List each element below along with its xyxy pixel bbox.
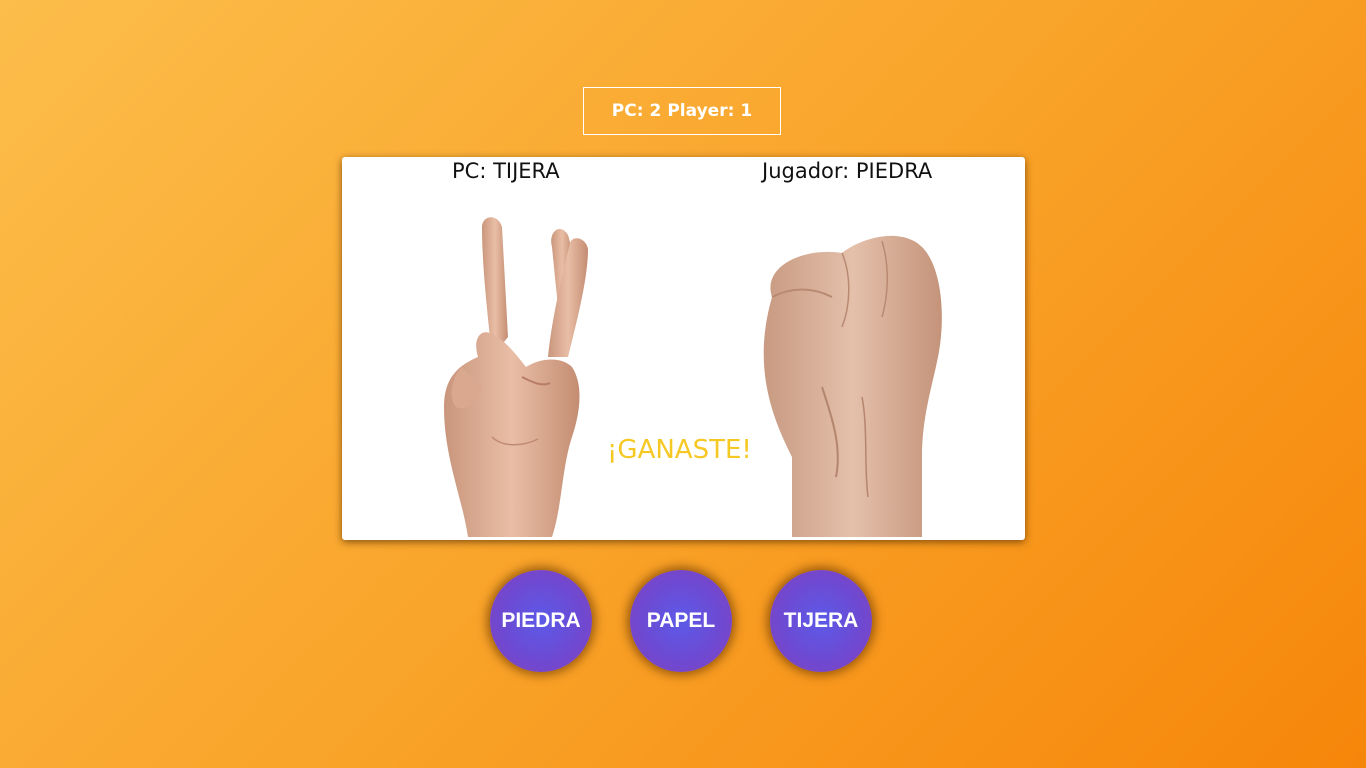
rock-fist-icon xyxy=(763,235,942,537)
pc-score-value: 2 xyxy=(649,101,662,121)
player-score-label: Player: xyxy=(667,101,735,121)
choice-buttons: PIEDRA PAPEL TIJERA xyxy=(490,570,876,672)
pc-score-label: PC: xyxy=(611,101,644,121)
paper-button[interactable]: PAPEL xyxy=(630,570,732,672)
game-arena: PC: TIJERA Jugador: PIEDRA ¡GANASTE! xyxy=(342,157,1025,540)
scissors-button[interactable]: TIJERA xyxy=(770,570,872,672)
scoreboard: PC: 2 Player: 1 xyxy=(583,87,781,135)
result-message: ¡GANASTE! xyxy=(607,435,752,465)
player-choice-label: Jugador: PIEDRA xyxy=(762,159,933,183)
pc-choice-label: PC: TIJERA xyxy=(452,159,560,183)
player-score-value: 1 xyxy=(740,101,753,121)
rock-button[interactable]: PIEDRA xyxy=(490,570,592,672)
scissors-hand-icon xyxy=(444,217,588,537)
